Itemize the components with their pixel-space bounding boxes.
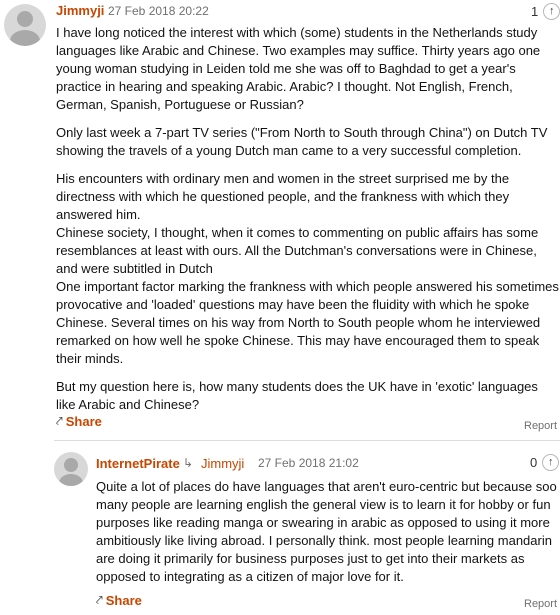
comment-timestamp[interactable]: 27 Feb 2018 20:22: [108, 4, 209, 18]
share-button[interactable]: ⤤ Share: [56, 414, 102, 429]
recommend-count: 0: [530, 455, 538, 470]
share-label: Share: [105, 593, 142, 608]
arrow-up-icon[interactable]: ↑: [542, 454, 560, 471]
reply-arrow-icon: ↳: [183, 456, 194, 470]
comment-body: I have long noticed the interest with wh…: [56, 24, 560, 424]
comment-paragraph: One important factor marking the frankne…: [56, 279, 559, 366]
comment-paragraph: But my question here is, how many studen…: [56, 379, 538, 412]
comment-body: Quite a lot of places do have languages …: [96, 478, 558, 586]
comment-paragraph: I have long noticed the interest with wh…: [56, 25, 541, 112]
comment-author[interactable]: InternetPirate: [96, 456, 180, 471]
comment-author[interactable]: Jimmyji: [56, 3, 104, 18]
comment-paragraph: Chinese society, I thought, when it come…: [56, 225, 539, 276]
reply-to-author[interactable]: Jimmyji: [201, 456, 244, 471]
avatar[interactable]: [54, 452, 88, 486]
share-button[interactable]: ⤤ Share: [96, 593, 142, 608]
comment-paragraph: Only last week a 7-part TV series ("From…: [56, 125, 548, 158]
avatar[interactable]: [4, 4, 46, 46]
share-icon: ⤤: [56, 414, 63, 428]
recommend-count: 1: [531, 4, 539, 19]
comment-paragraph: Quite a lot of places do have languages …: [96, 479, 557, 584]
report-link[interactable]: Report: [524, 598, 557, 610]
recommend-widget: 1 ↑: [531, 3, 560, 20]
recommend-widget: 0 ↑: [530, 454, 560, 471]
arrow-up-icon[interactable]: ↑: [543, 3, 560, 20]
comment-paragraph: His encounters with ordinary men and wom…: [56, 171, 510, 222]
share-label: Share: [65, 414, 102, 429]
share-icon: ⤤: [96, 593, 103, 607]
report-link[interactable]: Report: [524, 420, 557, 432]
divider: [54, 440, 560, 441]
comment-timestamp[interactable]: 27 Feb 2018 21:02: [258, 456, 359, 470]
